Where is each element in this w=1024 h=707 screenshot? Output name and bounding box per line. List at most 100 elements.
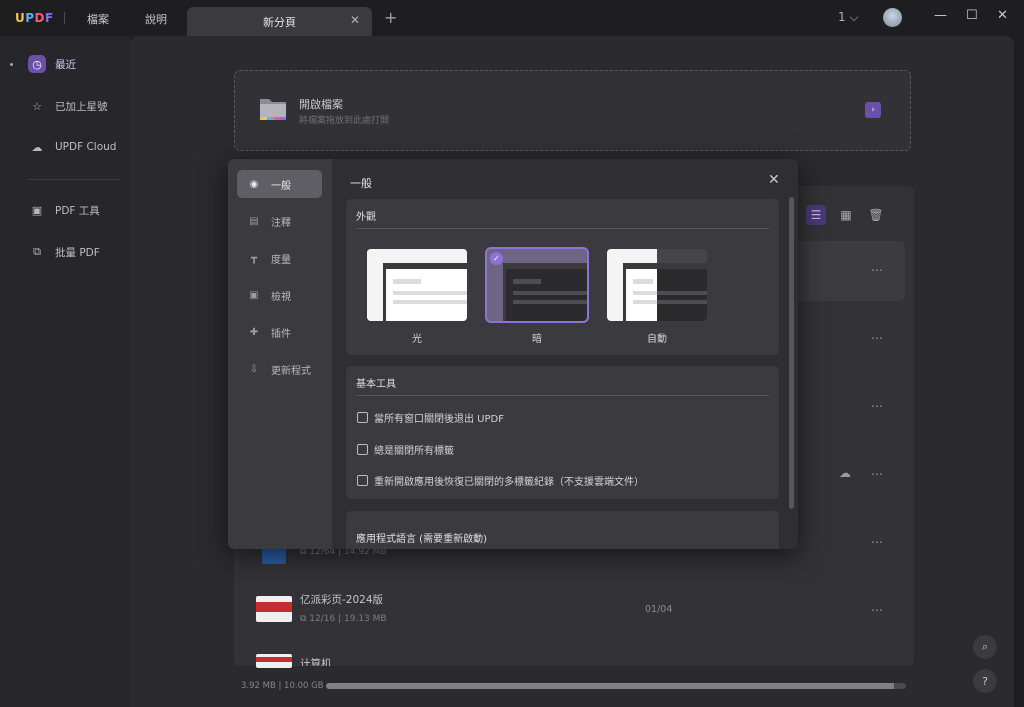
open-file-dropzone[interactable]: 開啟檔案 將檔案拖放到此處打開 › (234, 70, 911, 151)
preferences-dialog: ◉ 一般 ▤ 注釋 ┳ 度量 ▣ 檢視 ✚ 插件 ⇩ 更新程式 一般 ✕ 外觀 (228, 159, 798, 549)
pref-nav-label: 檢視 (271, 291, 291, 303)
menu-file[interactable]: 檔案 (87, 11, 109, 27)
pref-nav-measure[interactable]: ┳ 度量 (237, 244, 322, 272)
file-last-page: 01/04 (645, 604, 673, 615)
check-icon: ✓ (490, 252, 503, 265)
option-restore-tabs[interactable]: 重新開啟應用後恢復已關閉的多標籤紀錄（不支援雲端文件） (357, 473, 644, 488)
sidebar-item-recent[interactable]: ◷ 最近 (28, 53, 76, 75)
theme-label: 光 (412, 334, 422, 345)
window-count-dropdown[interactable]: 1 ⌵ (838, 10, 859, 25)
general-icon: ◉ (249, 178, 259, 190)
language-title: 應用程式語言 (需要重新啟動) (356, 534, 487, 545)
basic-tools-section: 基本工具 當所有窗口關閉後退出 UPDF 總是關閉所有標籤 重新開啟應用後恢復已… (346, 366, 779, 499)
theme-light-option[interactable] (367, 249, 467, 321)
pref-nav-plugin[interactable]: ✚ 插件 (237, 318, 322, 346)
dialog-scrollbar[interactable] (789, 197, 794, 509)
appearance-title: 外觀 (356, 212, 376, 223)
checkbox[interactable] (357, 475, 368, 486)
more-icon[interactable]: ⋯ (871, 467, 884, 481)
more-icon[interactable]: ⋯ (871, 603, 884, 617)
storage-bar (326, 683, 906, 689)
view-toolbar: ☰ ▦ 🗑 (806, 205, 886, 225)
close-icon[interactable]: ✕ (768, 172, 780, 188)
maximize-button[interactable]: ☐ (966, 8, 978, 23)
cloud-icon: ☁ (31, 140, 43, 154)
logo-letter: F (45, 11, 54, 25)
view-icon: ▣ (249, 289, 259, 301)
cloud-upload-icon[interactable]: ☁ (839, 466, 851, 480)
star-icon: ☆ (32, 99, 42, 113)
sidebar-item-starred[interactable]: ☆ 已加上星號 (28, 95, 108, 117)
batch-icon: ⧉ (33, 245, 41, 258)
more-icon[interactable]: ⋯ (871, 263, 884, 277)
pref-nav-label: 插件 (271, 328, 291, 340)
checkbox[interactable] (357, 444, 368, 455)
update-icon: ⇩ (249, 363, 259, 375)
grid-view-icon[interactable]: ▦ (836, 205, 856, 225)
avatar[interactable] (883, 8, 902, 27)
preferences-nav: ◉ 一般 ▤ 注釋 ┳ 度量 ▣ 檢視 ✚ 插件 ⇩ 更新程式 (228, 159, 332, 549)
file-name: 计算机 (300, 658, 332, 666)
sidebar-item-label: 批量 PDF (55, 246, 100, 259)
theme-dark-option[interactable]: ✓ (485, 247, 589, 323)
pref-nav-update[interactable]: ⇩ 更新程式 (237, 355, 322, 383)
sidebar-item-label: PDF 工具 (55, 204, 100, 217)
title-separator (64, 12, 65, 24)
sidebar-item-label: 已加上星號 (55, 100, 108, 113)
sidebar-item-batch-pdf[interactable]: ⧉ 批量 PDF (28, 241, 100, 263)
option-exit-on-close[interactable]: 當所有窗口關閉後退出 UPDF (357, 410, 504, 425)
arrow-right-icon[interactable]: › (865, 102, 881, 118)
search-icon[interactable]: ⌕ (973, 635, 997, 659)
close-button[interactable]: ✕ (997, 8, 1008, 23)
file-thumbnail (256, 596, 292, 622)
option-label: 總是關閉所有標籤 (374, 446, 454, 457)
tab-close-icon[interactable]: ✕ (350, 13, 360, 27)
pref-nav-label: 更新程式 (271, 365, 311, 377)
file-pages: 12/16 (309, 614, 336, 624)
option-label: 當所有窗口關閉後退出 UPDF (374, 414, 504, 425)
open-file-subtitle: 將檔案拖放到此處打開 (299, 116, 390, 126)
checkbox[interactable] (357, 412, 368, 423)
folder-icon (260, 99, 286, 120)
menu-help[interactable]: 說明 (145, 11, 167, 27)
option-close-all-tabs[interactable]: 總是關閉所有標籤 (357, 442, 454, 457)
theme-label: 暗 (532, 334, 542, 345)
more-icon[interactable]: ⋯ (871, 535, 884, 549)
file-thumbnail (256, 654, 292, 668)
pref-nav-view[interactable]: ▣ 檢視 (237, 281, 322, 309)
minimize-button[interactable]: — (934, 8, 947, 23)
section-divider (356, 395, 769, 396)
ruler-icon: ┳ (250, 252, 258, 264)
appearance-section: 外觀 ✓ 光 暗 自動 (346, 199, 779, 355)
open-file-title: 開啟檔案 (299, 98, 343, 111)
active-indicator (10, 63, 13, 66)
logo-letter: U (15, 11, 26, 25)
clock-icon: ◷ (28, 55, 46, 73)
option-label: 重新開啟應用後恢復已關閉的多標籤紀錄（不支援雲端文件） (374, 477, 644, 488)
tab-label: 新分頁 (263, 16, 296, 29)
more-icon[interactable]: ⋯ (871, 331, 884, 345)
add-tab-button[interactable]: + (384, 8, 397, 27)
sidebar-item-label: 最近 (55, 58, 76, 71)
language-section: 應用程式語言 (需要重新啟動) (346, 511, 779, 549)
dialog-title: 一般 (350, 177, 372, 190)
sidebar-item-label: UPDF Cloud (55, 141, 117, 153)
trash-icon[interactable]: 🗑 (866, 205, 886, 225)
pref-nav-comment[interactable]: ▤ 注釋 (237, 207, 322, 235)
updf-logo: UPDF (15, 11, 54, 25)
theme-auto-option[interactable] (607, 249, 707, 321)
comment-icon: ▤ (249, 215, 259, 227)
title-bar: UPDF 檔案 說明 新分頁 ✕ + 1 ⌵ — ☐ ✕ (0, 0, 1024, 36)
file-meta: ⧉ 12/16 | 19.13 MB (300, 614, 387, 624)
storage-usage-text: 3.92 MB | 10.00 GB (241, 681, 324, 691)
more-icon[interactable]: ⋯ (871, 399, 884, 413)
help-icon[interactable]: ? (973, 669, 997, 693)
tab-new[interactable]: 新分頁 ✕ (187, 7, 372, 36)
logo-letter: D (34, 11, 46, 25)
sidebar-item-cloud[interactable]: ☁ UPDF Cloud (28, 136, 117, 158)
sidebar-item-pdf-tools[interactable]: ▣ PDF 工具 (28, 199, 100, 221)
pref-nav-label: 注釋 (271, 217, 291, 229)
pref-nav-general[interactable]: ◉ 一般 (237, 170, 322, 198)
list-view-icon[interactable]: ☰ (806, 205, 826, 225)
storage-fill (326, 683, 895, 689)
